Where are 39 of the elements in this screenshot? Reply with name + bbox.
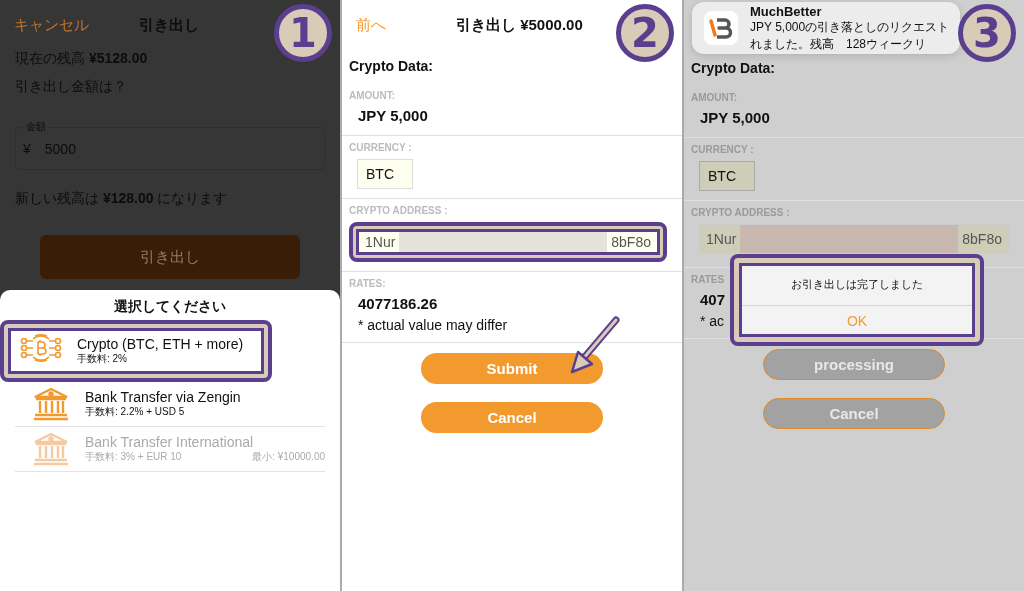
field-label: AMOUNT: (349, 90, 396, 101)
back-link[interactable]: キャンセル (14, 15, 89, 35)
app-name: MuchBetter (750, 3, 823, 19)
notification-text: れました。残高 128ウィークリ (750, 35, 928, 53)
field-value: 4077186.26 (357, 295, 438, 312)
withdraw-button[interactable]: 引き出し (40, 235, 300, 279)
bank-icon (31, 431, 71, 467)
app-logo-icon (704, 11, 738, 45)
note-text: * ac (699, 313, 725, 329)
alert-message: お引き出しは完了しました (742, 266, 972, 306)
address-field[interactable]: 1Nur 8bF8o (356, 229, 660, 255)
step-number-badge: 2 (616, 4, 674, 62)
field-value: 407 (699, 291, 726, 308)
notification-text: JPY 5,000の引き落としのリクエスト (750, 18, 948, 36)
payment-option[interactable]: Bank Transfer via Zengin 手数料: 2.2% + USD 5 (15, 382, 325, 427)
note-text: * actual value may differ (357, 317, 508, 333)
currency-field[interactable]: BTC (699, 161, 755, 191)
action-button[interactable]: processing (763, 349, 945, 380)
back-link[interactable]: 前へ (356, 15, 386, 35)
section-heading: Crypto Data: (348, 57, 434, 76)
action-button[interactable]: Cancel (421, 402, 603, 433)
action-button[interactable]: Submit (421, 353, 603, 384)
screen-title: 引き出し ¥5000.00 (456, 15, 583, 35)
field-label: CURRENCY : (349, 142, 412, 153)
bank-icon (31, 386, 71, 422)
notification-banner[interactable]: MuchBetter JPY 5,000の引き落としのリクエスト れました。残高 128ウィークリ (692, 2, 960, 54)
payment-option[interactable]: Crypto (BTC, ETH + more) 手数料: 2% (8, 328, 264, 374)
section-heading: Crypto Data: (690, 59, 776, 78)
currency-field[interactable]: BTC (357, 159, 413, 189)
action-button[interactable]: Cancel (763, 398, 945, 429)
field-label: CRYPTO ADDRESS : (349, 205, 448, 216)
field-value: JPY 5,000 (699, 109, 770, 128)
ok-button[interactable]: OK (742, 306, 972, 334)
field-value: JPY 5,000 (357, 107, 428, 126)
step-number-badge: 1 (274, 4, 332, 62)
step-number-badge: 3 (958, 4, 1016, 62)
sheet-title: 選択してください (113, 298, 227, 316)
field-label: RATES: (349, 278, 386, 289)
address-field[interactable]: 1Nur 8bF8o (699, 224, 1009, 254)
